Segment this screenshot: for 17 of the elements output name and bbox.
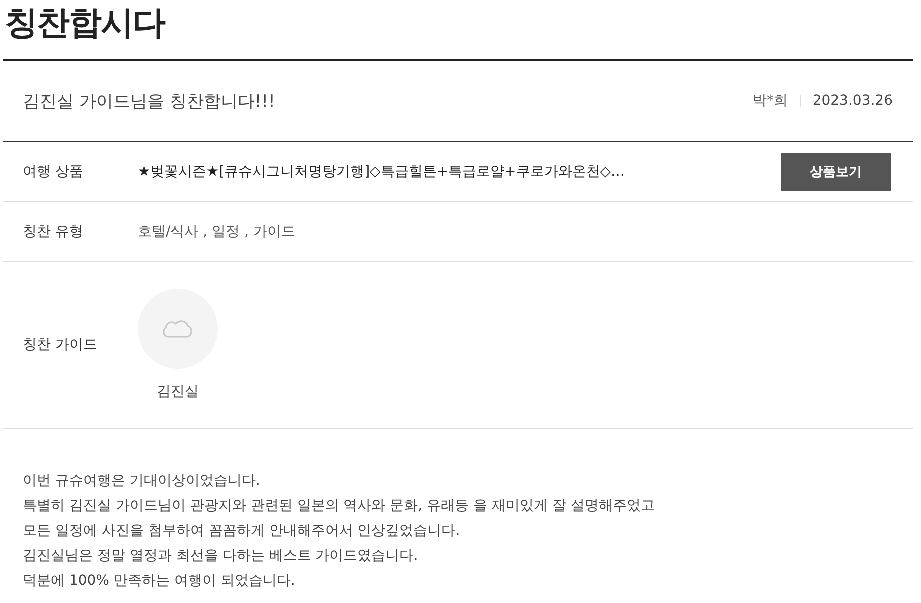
body-text-line: 김진실님은 정말 열정과 최선을 다하는 베스트 가이드였습니다. [23,547,420,566]
guide-name: 김진실 [157,383,199,401]
post-title: 김진실 가이드님을 칭찬합니다!!! [23,90,276,112]
row-value: 호텔/식사 , 일정 , 가이드 [138,222,296,240]
body-text-line: 이번 규슈여행은 기대이상이었습니다. [23,472,262,491]
row-label: 칭찬 가이드 [22,336,98,354]
row-label: 여행 상품 [22,162,84,180]
page-title: 칭찬합시다 [4,2,166,44]
view-product-button[interactable]: 상품보기 [781,152,891,190]
body-text-line: 모든 일정에 사진을 첨부하여 꼼꼼하게 안내해주어서 인상깊었습니다. [23,522,462,541]
author-name: 박*희 [752,92,788,110]
body-text-line: 덕분에 100% 만족하는 여행이 되었습니다. [23,572,296,591]
product-name: ★벚꽃시즌★[큐슈시그니처명탕기행]◇특급힐튼+특급로얄+쿠로가와온천◇… [138,162,626,180]
body-text-line: 특별히 김진실 가이드님이 관광지와 관련된 일본의 역사와 문화, 유래등 을 재미있게 잘 설명해주었고 [23,497,656,516]
post-date: 2023.03.26 [812,93,893,109]
cloud-icon [161,319,195,339]
row-label: 칭찬 유형 [22,222,84,240]
